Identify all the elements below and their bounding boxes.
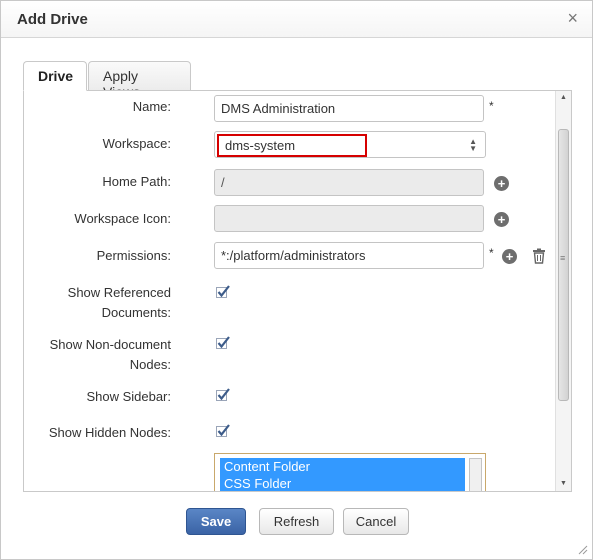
home-path-field[interactable]: / xyxy=(214,169,484,196)
dialog-header: Add Drive × xyxy=(1,1,592,38)
name-required-marker: * xyxy=(489,99,494,113)
add-permission-icon[interactable]: + xyxy=(502,249,517,264)
show-non-document-nodes-label: Show Non-document Nodes: xyxy=(50,335,171,375)
tab-drive[interactable]: Drive xyxy=(23,61,87,91)
show-non-document-nodes-label-line2: Nodes: xyxy=(129,357,171,372)
show-referenced-documents-label: Show Referenced Documents: xyxy=(68,283,171,323)
show-referenced-documents-label-line2: Documents: xyxy=(101,305,171,320)
select-arrows-icon: ▲ ▼ xyxy=(469,137,477,153)
show-sidebar-checkbox[interactable] xyxy=(216,388,230,402)
workspace-select[interactable]: dms-system ▲ ▼ xyxy=(214,131,486,158)
add-drive-dialog: Add Drive × Drive Apply Views Name: DMS … xyxy=(0,0,593,560)
trash-icon[interactable] xyxy=(531,248,547,264)
show-non-document-nodes-checkbox[interactable] xyxy=(216,336,230,350)
show-hidden-nodes-label: Show Hidden Nodes: xyxy=(48,425,171,440)
show-sidebar-label: Show Sidebar: xyxy=(86,389,171,404)
refresh-button[interactable]: Refresh xyxy=(259,508,334,535)
scrollbar-thumb[interactable] xyxy=(558,129,569,401)
workspace-icon-field[interactable] xyxy=(214,205,484,232)
add-home-path-icon[interactable]: + xyxy=(494,176,509,191)
resize-grip-icon[interactable] xyxy=(578,545,588,555)
permissions-required-marker: * xyxy=(489,246,494,260)
scroll-up-icon[interactable]: ▲ xyxy=(556,91,571,105)
name-field[interactable]: DMS Administration xyxy=(214,95,484,122)
name-label: Name: xyxy=(132,99,171,114)
folder-types-listbox[interactable]: Content Folder CSS Folder xyxy=(214,453,486,491)
drive-form-panel: Name: DMS Administration * Workspace: dm… xyxy=(23,90,572,492)
permissions-field[interactable]: *:/platform/administrators xyxy=(214,242,484,269)
show-referenced-documents-label-line1: Show Referenced xyxy=(67,285,171,300)
workspace-icon-label: Workspace Icon: xyxy=(74,211,171,226)
permissions-label: Permissions: xyxy=(96,248,171,263)
show-non-document-nodes-label-line1: Show Non-document xyxy=(49,337,171,352)
close-icon[interactable]: × xyxy=(567,9,578,27)
listbox-scrollbar[interactable] xyxy=(469,458,482,491)
add-workspace-icon-icon[interactable]: + xyxy=(494,212,509,227)
show-hidden-nodes-checkbox[interactable] xyxy=(216,424,230,438)
workspace-selected-value: dms-system xyxy=(217,134,367,157)
panel-scrollbar[interactable]: ▲ ≡ ▼ xyxy=(555,91,571,491)
save-button[interactable]: Save xyxy=(186,508,246,535)
list-item[interactable]: Content Folder xyxy=(220,458,465,475)
scroll-down-icon[interactable]: ▼ xyxy=(556,477,571,491)
home-path-label: Home Path: xyxy=(102,174,171,189)
workspace-label: Workspace: xyxy=(102,136,171,151)
list-item[interactable]: CSS Folder xyxy=(220,475,465,491)
tab-apply-views[interactable]: Apply Views xyxy=(88,61,191,100)
scroll-grip-icon: ≡ xyxy=(560,253,566,263)
show-referenced-documents-checkbox[interactable] xyxy=(216,285,230,299)
cancel-button[interactable]: Cancel xyxy=(343,508,409,535)
dialog-title: Add Drive xyxy=(17,11,88,28)
